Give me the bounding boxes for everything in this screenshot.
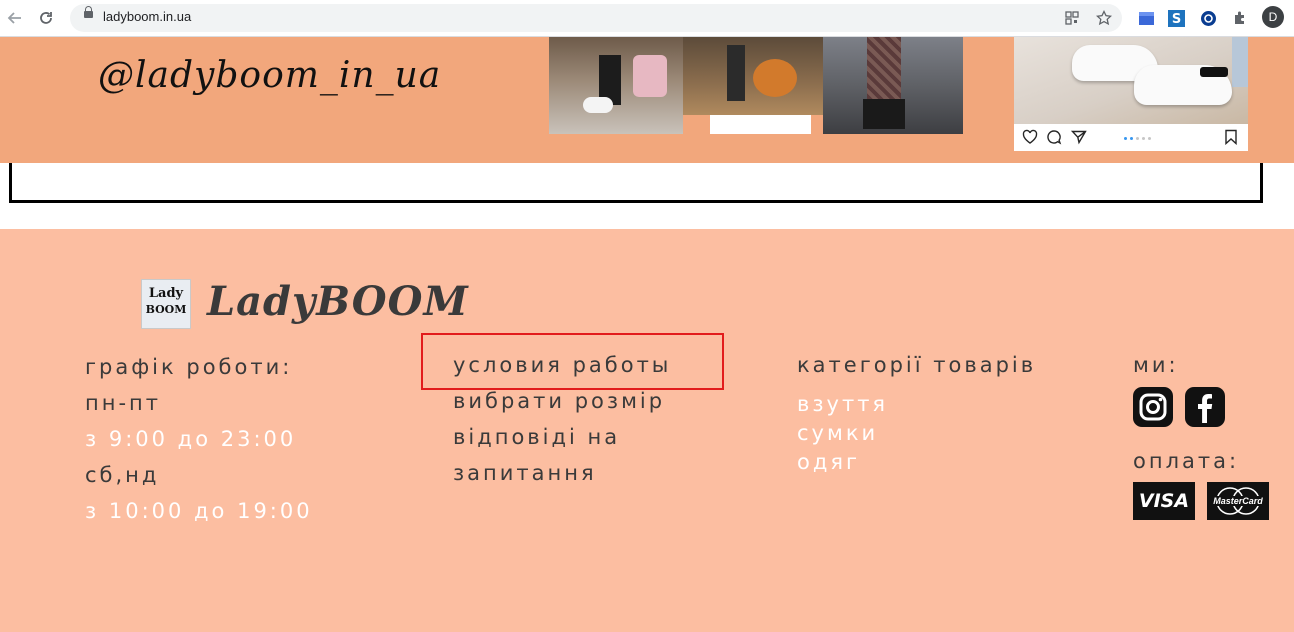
extension-calendar-icon[interactable] [1136, 8, 1156, 28]
facebook-icon[interactable] [1185, 387, 1225, 427]
heel-tab-shape [1200, 67, 1228, 77]
qr-code-icon[interactable] [1062, 8, 1082, 28]
comment-icon[interactable] [1046, 129, 1062, 149]
logo-line1: Lady [148, 286, 184, 301]
highlight-box [421, 333, 724, 390]
mastercard-logo: MasterCard [1207, 482, 1269, 520]
weekend-hours: з 10:00 до 19:00 [85, 499, 313, 523]
category-clothes[interactable]: одяг [797, 450, 860, 474]
category-shoes[interactable]: взуття [797, 392, 888, 416]
photo-gap [710, 115, 811, 134]
extension-s-icon[interactable]: S [1166, 8, 1186, 28]
svg-text:S: S [1171, 12, 1180, 27]
instagram-section: @ladyboom_in_ua [0, 37, 1294, 163]
pink-backpack-shape [633, 55, 667, 97]
sneaker-shape [583, 97, 613, 113]
weekdays-label: пн-пт [85, 391, 162, 415]
boot-shape [727, 45, 745, 101]
instagram-photo-1[interactable] [549, 37, 683, 134]
pumpkin-shape [753, 59, 797, 97]
address-bar[interactable]: ladyboom.in.ua [70, 4, 1122, 32]
plaid-coat-shape [867, 37, 901, 99]
bordered-box [9, 163, 1263, 203]
bookmark-star-icon[interactable] [1094, 8, 1114, 28]
visa-logo: VISA [1133, 482, 1195, 520]
instagram-post-actions [1014, 127, 1248, 151]
weekdays-hours: з 9:00 до 23:00 [85, 427, 297, 451]
back-arrow-icon[interactable] [3, 6, 27, 30]
instagram-icon[interactable] [1133, 387, 1173, 427]
reload-icon[interactable] [34, 6, 58, 30]
link-choose-size[interactable]: вибрати розмір [453, 389, 665, 413]
logo-image[interactable]: Lady BOOM [141, 279, 191, 329]
category-bags[interactable]: сумки [797, 421, 878, 445]
instagram-post-photo [1014, 37, 1248, 124]
url-text[interactable]: ladyboom.in.ua [103, 9, 191, 24]
heart-icon[interactable] [1022, 129, 1038, 149]
social-title: ми: [1133, 353, 1179, 377]
link-faq-line1[interactable]: відповіді на [453, 425, 620, 449]
mastercard-label: MasterCard [1212, 496, 1264, 506]
weekend-label: сб,нд [85, 463, 160, 487]
profile-avatar[interactable]: D [1262, 6, 1284, 28]
save-bookmark-icon[interactable] [1224, 129, 1238, 149]
link-faq-line2[interactable]: запитання [453, 461, 597, 485]
browser-toolbar: ladyboom.in.ua S D [0, 0, 1294, 37]
instagram-photo-2[interactable] [683, 37, 823, 115]
instagram-photo-3[interactable] [823, 37, 963, 134]
carousel-dots [1124, 137, 1151, 140]
jeans-edge-shape [1232, 37, 1248, 87]
extensions-puzzle-icon[interactable] [1230, 8, 1250, 28]
brand-name[interactable]: LadyBOOM [207, 278, 469, 325]
instagram-handle[interactable]: @ladyboom_in_ua [98, 55, 441, 96]
share-icon[interactable] [1070, 129, 1087, 149]
schedule-title: графік роботи: [85, 355, 293, 379]
boots-shape [863, 99, 905, 129]
categories-title: категорії товарів [797, 353, 1037, 377]
logo-line2: BOOM [145, 303, 187, 316]
site-footer: Lady BOOM LadyBOOM графік роботи: пн-пт … [0, 229, 1294, 632]
payment-title: оплата: [1133, 449, 1240, 473]
instagram-post-card[interactable] [1014, 37, 1248, 151]
lock-icon[interactable] [84, 6, 93, 18]
extension-circle-icon[interactable] [1198, 8, 1218, 28]
